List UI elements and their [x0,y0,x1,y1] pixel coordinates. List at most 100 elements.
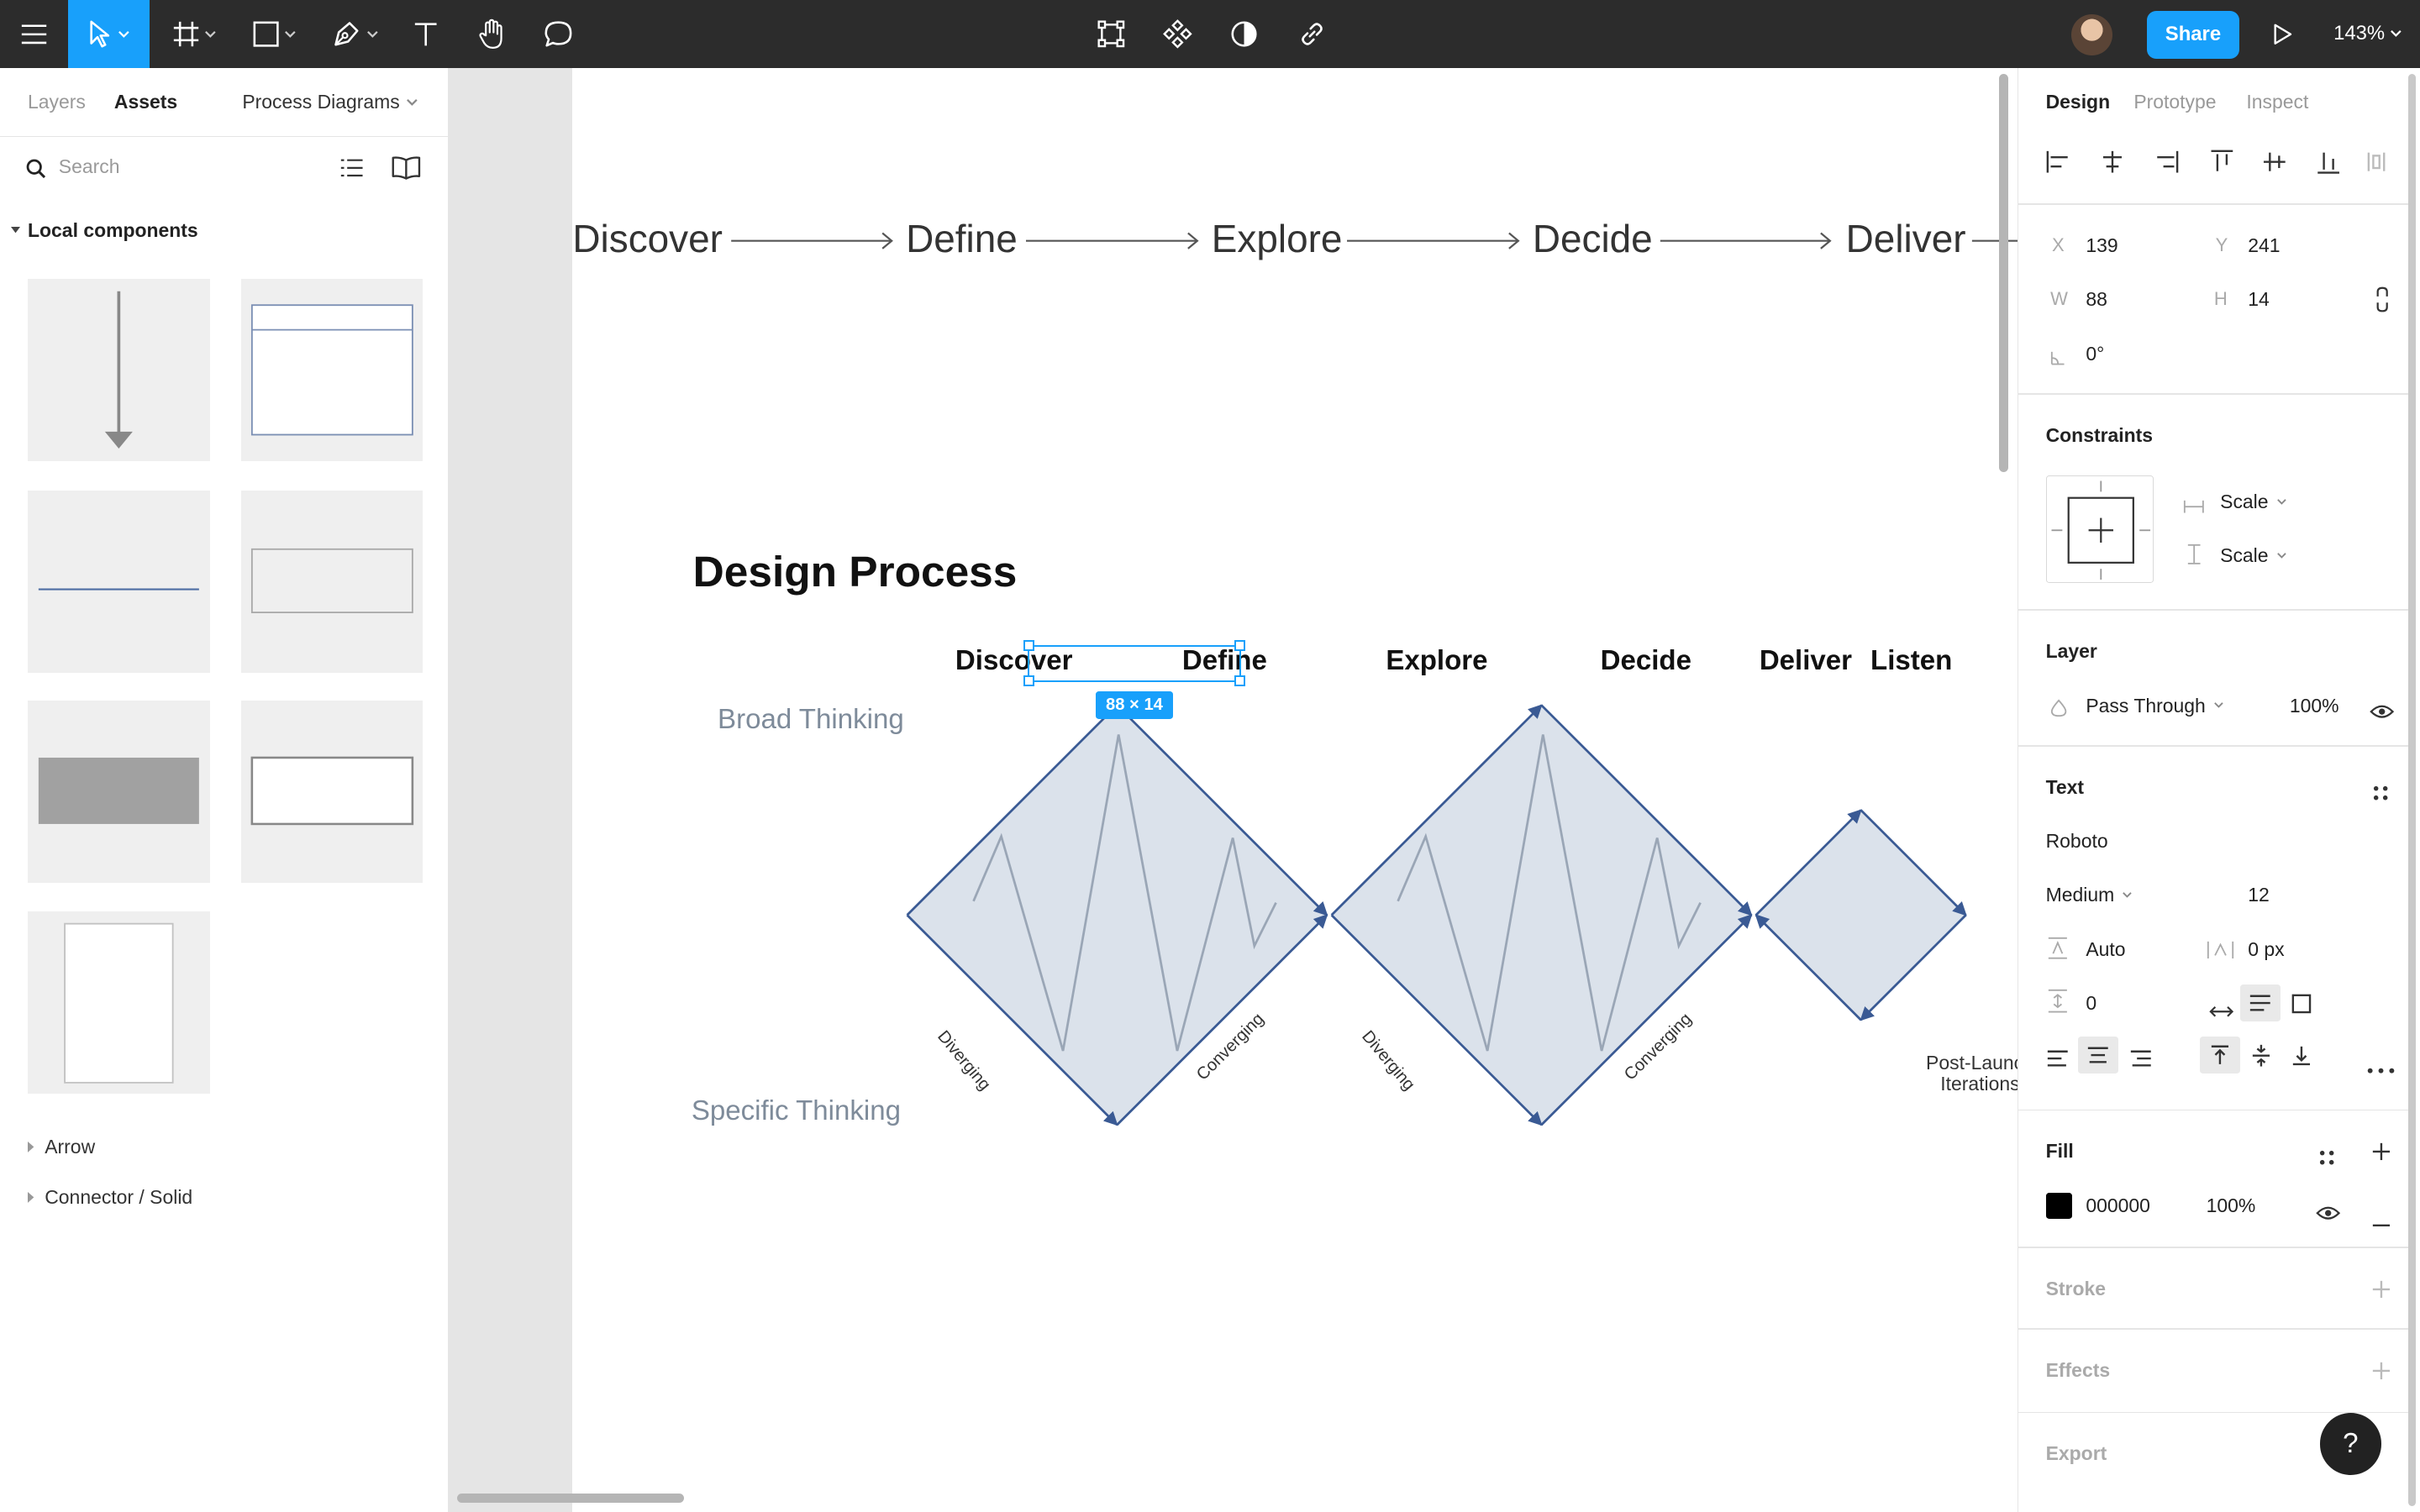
help-button[interactable]: ? [2319,1413,2381,1475]
y-label: Y [2215,234,2228,256]
eye-icon[interactable] [2370,697,2395,726]
blend-mode-select[interactable]: Pass Through [2086,695,2223,717]
zoom-dropdown[interactable]: 143% [2333,22,2402,45]
line-height-field[interactable]: Auto [2086,938,2125,961]
align-text-middle-icon[interactable] [2251,1043,2271,1074]
present-button[interactable] [2256,0,2308,68]
edit-object-button[interactable] [1081,0,1142,68]
text-align-left-icon[interactable] [2046,1046,2070,1074]
styles-grid-icon[interactable] [2373,780,2388,808]
list-view-icon[interactable] [339,157,364,179]
component-icon [1162,18,1193,50]
canvas[interactable]: Discover Define Explore Decide Deliver D… [449,67,2018,1512]
x-field[interactable]: 139 [2086,234,2118,257]
library-book-icon[interactable] [391,155,422,181]
add-fill-icon[interactable] [2371,1140,2391,1168]
avatar[interactable] [2070,13,2113,56]
asset-group-connector[interactable]: Connector / Solid [28,1186,192,1209]
caret-right-icon [28,1192,35,1204]
fill-hex-field[interactable]: 000000 [2086,1194,2150,1217]
layer-opacity-field[interactable]: 100% [2290,695,2339,717]
width-field[interactable]: 88 [2086,288,2107,311]
asset-group-arrow[interactable]: Arrow [28,1136,95,1158]
rotation-field[interactable]: 0° [2086,343,2104,365]
tab-design[interactable]: Design [2046,91,2110,113]
horizontal-constraint-select[interactable]: Scale [2220,491,2286,513]
box-thumbnail [250,548,413,614]
component-tile-page[interactable] [28,911,210,1095]
share-button[interactable]: Share [2146,10,2240,59]
height-field[interactable]: 14 [2248,288,2270,311]
add-effect-icon[interactable] [2371,1359,2391,1388]
hand-tool-button[interactable] [463,0,522,68]
constrain-proportions-icon[interactable] [2375,286,2390,320]
component-tile-line[interactable] [28,491,210,673]
frame-tool-button[interactable] [160,0,229,68]
component-tile-arrow-down[interactable] [28,279,210,462]
resize-handle[interactable] [1234,640,1245,652]
h-label: H [2213,288,2228,310]
fixed-size-icon[interactable] [2291,992,2312,1021]
align-text-top-icon[interactable] [2200,1037,2241,1074]
add-stroke-icon[interactable] [2371,1278,2391,1306]
eye-icon[interactable] [2316,1199,2341,1227]
selection-outline[interactable] [1023,640,1245,687]
export-title[interactable]: Export [2046,1442,2107,1465]
resize-handle[interactable] [1023,675,1034,687]
main-menu-button[interactable] [0,0,68,68]
fill-opacity-field[interactable]: 100% [2207,1194,2256,1217]
auto-height-icon[interactable] [2240,984,2281,1021]
paragraph-spacing-field[interactable]: 0 [2086,992,2096,1015]
text-align-center-icon[interactable] [2078,1037,2118,1074]
canvas-vertical-scrollbar[interactable] [1998,74,2008,473]
local-components-header[interactable]: Local components [10,219,198,242]
tab-layers[interactable]: Layers [28,91,86,113]
font-size-field[interactable]: 12 [2248,884,2270,906]
window-thumbnail [250,304,413,436]
resize-handle[interactable] [1023,640,1034,652]
shape-tool-button[interactable] [241,0,309,68]
letter-spacing-field[interactable]: 0 px [2248,938,2284,961]
component-tile-filled-rect[interactable] [28,700,210,883]
comment-tool-button[interactable] [528,0,589,68]
fill-title: Fill [2045,1140,2074,1163]
right-panel-scrollbar[interactable] [2408,74,2417,1506]
more-options-icon[interactable] [2367,1053,2395,1081]
page-selector[interactable]: Process Diagrams [242,91,418,113]
font-family-select[interactable]: Roboto [2046,830,2108,853]
stroke-title[interactable]: Stroke [2046,1278,2106,1300]
constraints-widget[interactable] [2045,475,2154,584]
text-tool-button[interactable] [398,0,454,68]
component-tile-window[interactable] [240,279,424,462]
tab-inspect[interactable]: Inspect [2246,91,2308,113]
design-frame[interactable]: Discover Define Explore Decide Deliver D… [572,67,2018,1512]
font-weight-select[interactable]: Medium [2046,884,2133,906]
asset-group-label: Connector / Solid [45,1186,193,1209]
text-align-right-icon[interactable] [2129,1046,2153,1074]
component-tile-outline-rect[interactable] [240,700,424,883]
remove-fill-icon[interactable] [2371,1205,2391,1233]
create-component-button[interactable] [1147,0,1208,68]
link-button[interactable] [1281,0,1342,68]
edit-vector-icon [1096,18,1127,50]
effects-title[interactable]: Effects [2046,1359,2111,1382]
fill-color-swatch[interactable] [2045,1192,2072,1219]
asset-group-label: Arrow [45,1135,96,1158]
canvas-horizontal-scrollbar[interactable] [456,1493,684,1503]
pen-tool-button[interactable] [318,0,392,68]
align-text-bottom-icon[interactable] [2291,1044,2312,1073]
styles-grid-icon[interactable] [2319,1143,2334,1172]
vertical-constraint-select[interactable]: Scale [2220,544,2286,567]
move-tool-button[interactable] [67,0,150,68]
divider [2018,203,2409,206]
tab-prototype[interactable]: Prototype [2133,91,2216,113]
resize-handle[interactable] [1234,675,1245,687]
component-tile-box[interactable] [240,491,424,673]
y-field[interactable]: 241 [2248,234,2280,257]
auto-width-icon[interactable] [2209,997,2234,1026]
search-input[interactable] [58,155,306,179]
post-launch-label[interactable]: Post-Launch Iterations [1900,1052,2018,1095]
tab-assets[interactable]: Assets [114,91,177,113]
hand-icon [478,18,506,50]
mask-button[interactable] [1213,0,1275,68]
